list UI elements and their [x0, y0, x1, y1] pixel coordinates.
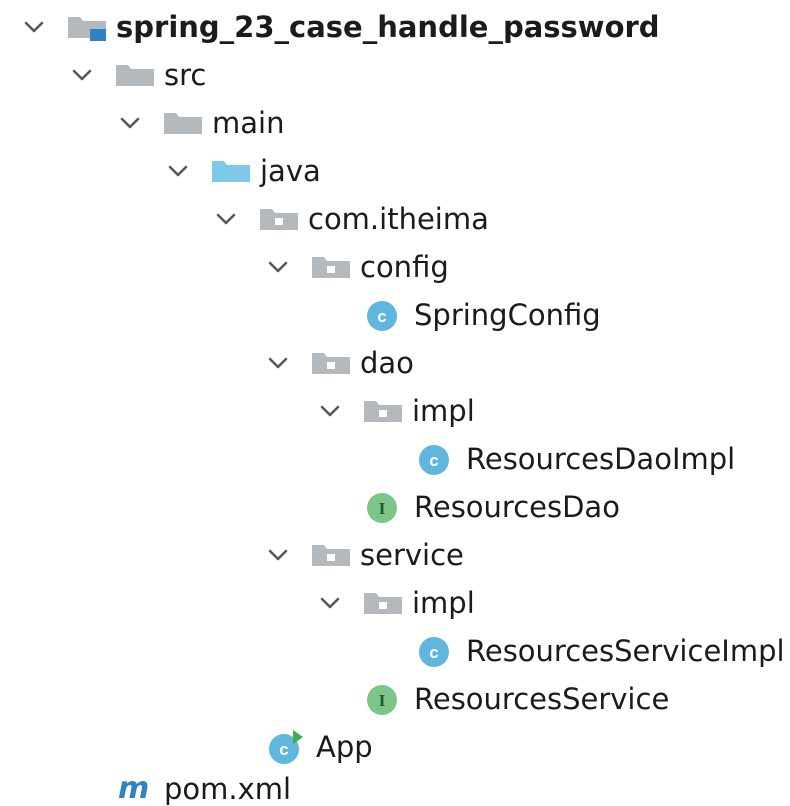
tree-row-root[interactable]: spring_23_case_handle_password	[0, 4, 790, 52]
tree-row-resourcesservice[interactable]: I ResourcesService	[0, 676, 790, 724]
tree-label: App	[316, 730, 373, 764]
svg-text:c: c	[429, 451, 438, 470]
tree-label: ResourcesService	[414, 682, 670, 716]
chevron-down-icon[interactable]	[20, 13, 48, 41]
chevron-down-icon[interactable]	[164, 157, 192, 185]
chevron-down-icon[interactable]	[212, 205, 240, 233]
tree-row-main[interactable]: main	[0, 100, 790, 148]
tree-row-dao-impl[interactable]: impl	[0, 388, 790, 436]
svg-text:c: c	[377, 307, 386, 326]
project-folder-icon	[68, 17, 106, 41]
package-icon	[260, 209, 298, 230]
tree-row-resourcesserviceimpl[interactable]: c ResourcesServiceImpl	[0, 628, 790, 676]
tree-label: pom.xml	[164, 772, 292, 806]
chevron-down-icon[interactable]	[264, 253, 292, 281]
maven-icon: m	[118, 774, 149, 804]
tree-label: SpringConfig	[414, 298, 601, 332]
tree-row-resourcesdaoimpl[interactable]: c ResourcesDaoImpl	[0, 436, 790, 484]
source-root-folder-icon	[212, 161, 250, 182]
project-tree: spring_23_case_handle_password src main …	[0, 0, 790, 806]
tree-row-java[interactable]: java	[0, 148, 790, 196]
interface-icon: I	[367, 685, 397, 715]
tree-row-pom-xml[interactable]: m pom.xml	[0, 766, 790, 806]
tree-row-config[interactable]: config	[0, 244, 790, 292]
tree-row-app[interactable]: c App	[0, 724, 790, 772]
tree-label: service	[360, 538, 464, 572]
package-icon	[312, 257, 350, 278]
svg-text:m: m	[118, 774, 149, 804]
tree-label: com.itheima	[308, 202, 489, 236]
tree-row-springconfig[interactable]: c SpringConfig	[0, 292, 790, 340]
chevron-down-icon[interactable]	[316, 397, 344, 425]
folder-icon	[116, 65, 154, 86]
package-icon	[364, 593, 402, 614]
svg-text:c: c	[429, 643, 438, 662]
class-icon: c	[419, 637, 449, 667]
chevron-down-icon[interactable]	[116, 109, 144, 137]
tree-row-com-itheima[interactable]: com.itheima	[0, 196, 790, 244]
tree-label: dao	[360, 346, 414, 380]
tree-row-resourcesdao[interactable]: I ResourcesDao	[0, 484, 790, 532]
tree-label: main	[212, 106, 285, 140]
svg-text:I: I	[379, 499, 386, 518]
chevron-down-icon[interactable]	[264, 541, 292, 569]
tree-row-dao[interactable]: dao	[0, 340, 790, 388]
package-icon	[312, 545, 350, 566]
tree-label: ResourcesServiceImpl	[466, 634, 785, 668]
svg-text:I: I	[379, 691, 386, 710]
class-icon: c	[367, 301, 397, 331]
chevron-down-icon[interactable]	[316, 589, 344, 617]
tree-label: src	[164, 58, 207, 92]
tree-row-src[interactable]: src	[0, 52, 790, 100]
tree-label: spring_23_case_handle_password	[116, 10, 660, 44]
package-icon	[312, 353, 350, 374]
class-icon: c	[419, 445, 449, 475]
interface-icon: I	[367, 493, 397, 523]
chevron-down-icon[interactable]	[264, 349, 292, 377]
tree-label: impl	[412, 586, 475, 620]
package-icon	[364, 401, 402, 422]
tree-label: java	[260, 154, 321, 188]
svg-text:c: c	[279, 740, 288, 759]
tree-row-service[interactable]: service	[0, 532, 790, 580]
runnable-class-icon: c	[269, 730, 303, 764]
tree-row-service-impl[interactable]: impl	[0, 580, 790, 628]
folder-icon	[164, 113, 202, 134]
tree-label: config	[360, 250, 449, 284]
tree-label: ResourcesDaoImpl	[466, 442, 736, 476]
tree-label: ResourcesDao	[414, 490, 620, 524]
chevron-down-icon[interactable]	[68, 61, 96, 89]
tree-label: impl	[412, 394, 475, 428]
